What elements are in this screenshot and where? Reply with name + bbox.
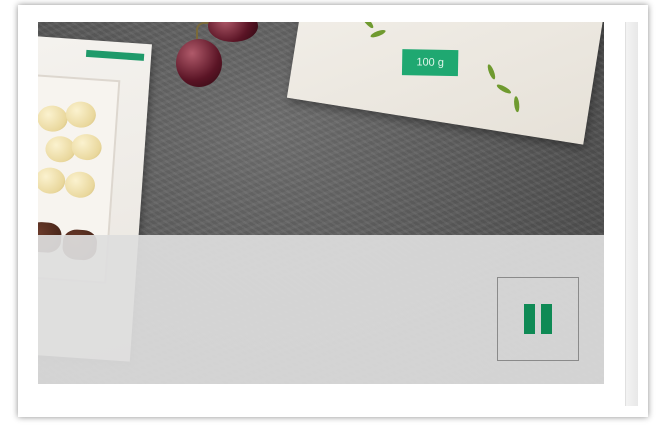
herb-leaf (369, 28, 387, 39)
herb-leaf (495, 82, 513, 96)
weight-tag: 100 g (401, 49, 459, 77)
candy (65, 100, 97, 129)
pause-button[interactable] (497, 277, 579, 361)
candy (64, 170, 96, 199)
candy (38, 166, 67, 195)
herb-leaf (513, 95, 521, 113)
candy (70, 133, 103, 162)
box-label-strip (85, 49, 145, 61)
image-carousel: 100 g (38, 22, 604, 384)
pause-icon (524, 304, 535, 334)
herb-leaf (360, 22, 375, 30)
herb-leaf (486, 63, 497, 81)
product-box-top: 100 g (286, 22, 604, 145)
pause-icon (541, 304, 552, 334)
scrollbar[interactable] (625, 22, 638, 406)
candy (38, 104, 69, 133)
grape (176, 39, 222, 87)
